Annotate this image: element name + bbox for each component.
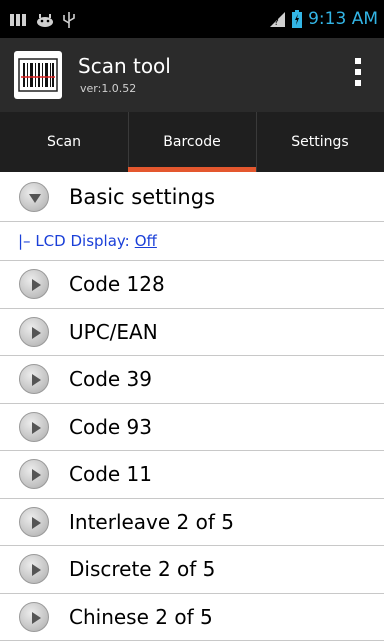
list-item-interleave-2-of-5[interactable]: Interleave 2 of 5 [0,499,384,546]
list-item-code-93[interactable]: Code 93 [0,404,384,451]
expand-right-icon [19,269,49,300]
expand-right-icon [19,506,49,537]
expand-down-icon [19,181,49,212]
notification-icon [10,14,26,26]
list-item-label: Interleave 2 of 5 [69,509,234,534]
status-time: 9:13 AM [308,9,378,29]
tab-label: Scan [46,134,82,150]
list-item-label: UPC/EAN [69,319,158,344]
list-item-label: Code 93 [69,414,153,439]
expand-right-icon [19,601,49,632]
status-right-icons: ? 9:13 AM [270,9,378,29]
list-item-code-11[interactable]: Code 11 [0,451,384,499]
usb-icon [63,12,75,28]
android-icon [37,14,53,27]
battery-icon [292,10,303,28]
tab-bar: Scan Barcode Settings [0,112,384,172]
barcode-settings-list: Basic settings |– LCD Display: Off Code … [0,172,384,641]
list-item-code-39[interactable]: Code 39 [0,356,384,404]
list-item-label: Code 128 [69,272,165,297]
action-bar: Scan tool ver:1.0.52 [0,38,384,112]
list-item-label: Chinese 2 of 5 [69,604,213,629]
tab-label: Settings [291,134,349,150]
list-item-label: Code 39 [69,367,153,392]
tab-label: Barcode [163,134,221,150]
app-title: Scan tool [78,54,171,78]
tab-barcode[interactable]: Barcode [128,112,256,172]
tab-settings[interactable]: Settings [256,112,384,172]
group-label: Basic settings [69,184,216,209]
app-version: ver:1.0.52 [80,82,137,95]
expand-right-icon [19,554,49,585]
list-item-code-128[interactable]: Code 128 [0,261,384,309]
list-item-label: Discrete 2 of 5 [69,557,216,582]
lcd-display-label: |– LCD Display: [18,232,130,250]
lcd-display-value-link[interactable]: Off [135,232,157,250]
group-basic-settings[interactable]: Basic settings [0,172,384,222]
barcode-icon[interactable] [14,51,62,99]
list-item-discrete-2-of-5[interactable]: Discrete 2 of 5 [0,546,384,594]
tab-scan[interactable]: Scan [0,112,128,172]
list-item-label: Code 11 [69,462,153,487]
signal-icon: ? [270,12,286,28]
status-left-icons [10,11,76,29]
expand-right-icon [19,459,49,490]
overflow-menu-icon[interactable] [354,58,362,92]
status-bar: ? 9:13 AM [0,0,384,38]
lcd-display-setting[interactable]: |– LCD Display: Off [0,222,384,261]
list-item-chinese-2-of-5[interactable]: Chinese 2 of 5 [0,594,384,641]
list-item-upc-ean[interactable]: UPC/EAN [0,309,384,356]
expand-right-icon [19,364,49,395]
expand-right-icon [19,411,49,442]
svg-text:?: ? [274,18,279,28]
expand-right-icon [19,316,49,347]
